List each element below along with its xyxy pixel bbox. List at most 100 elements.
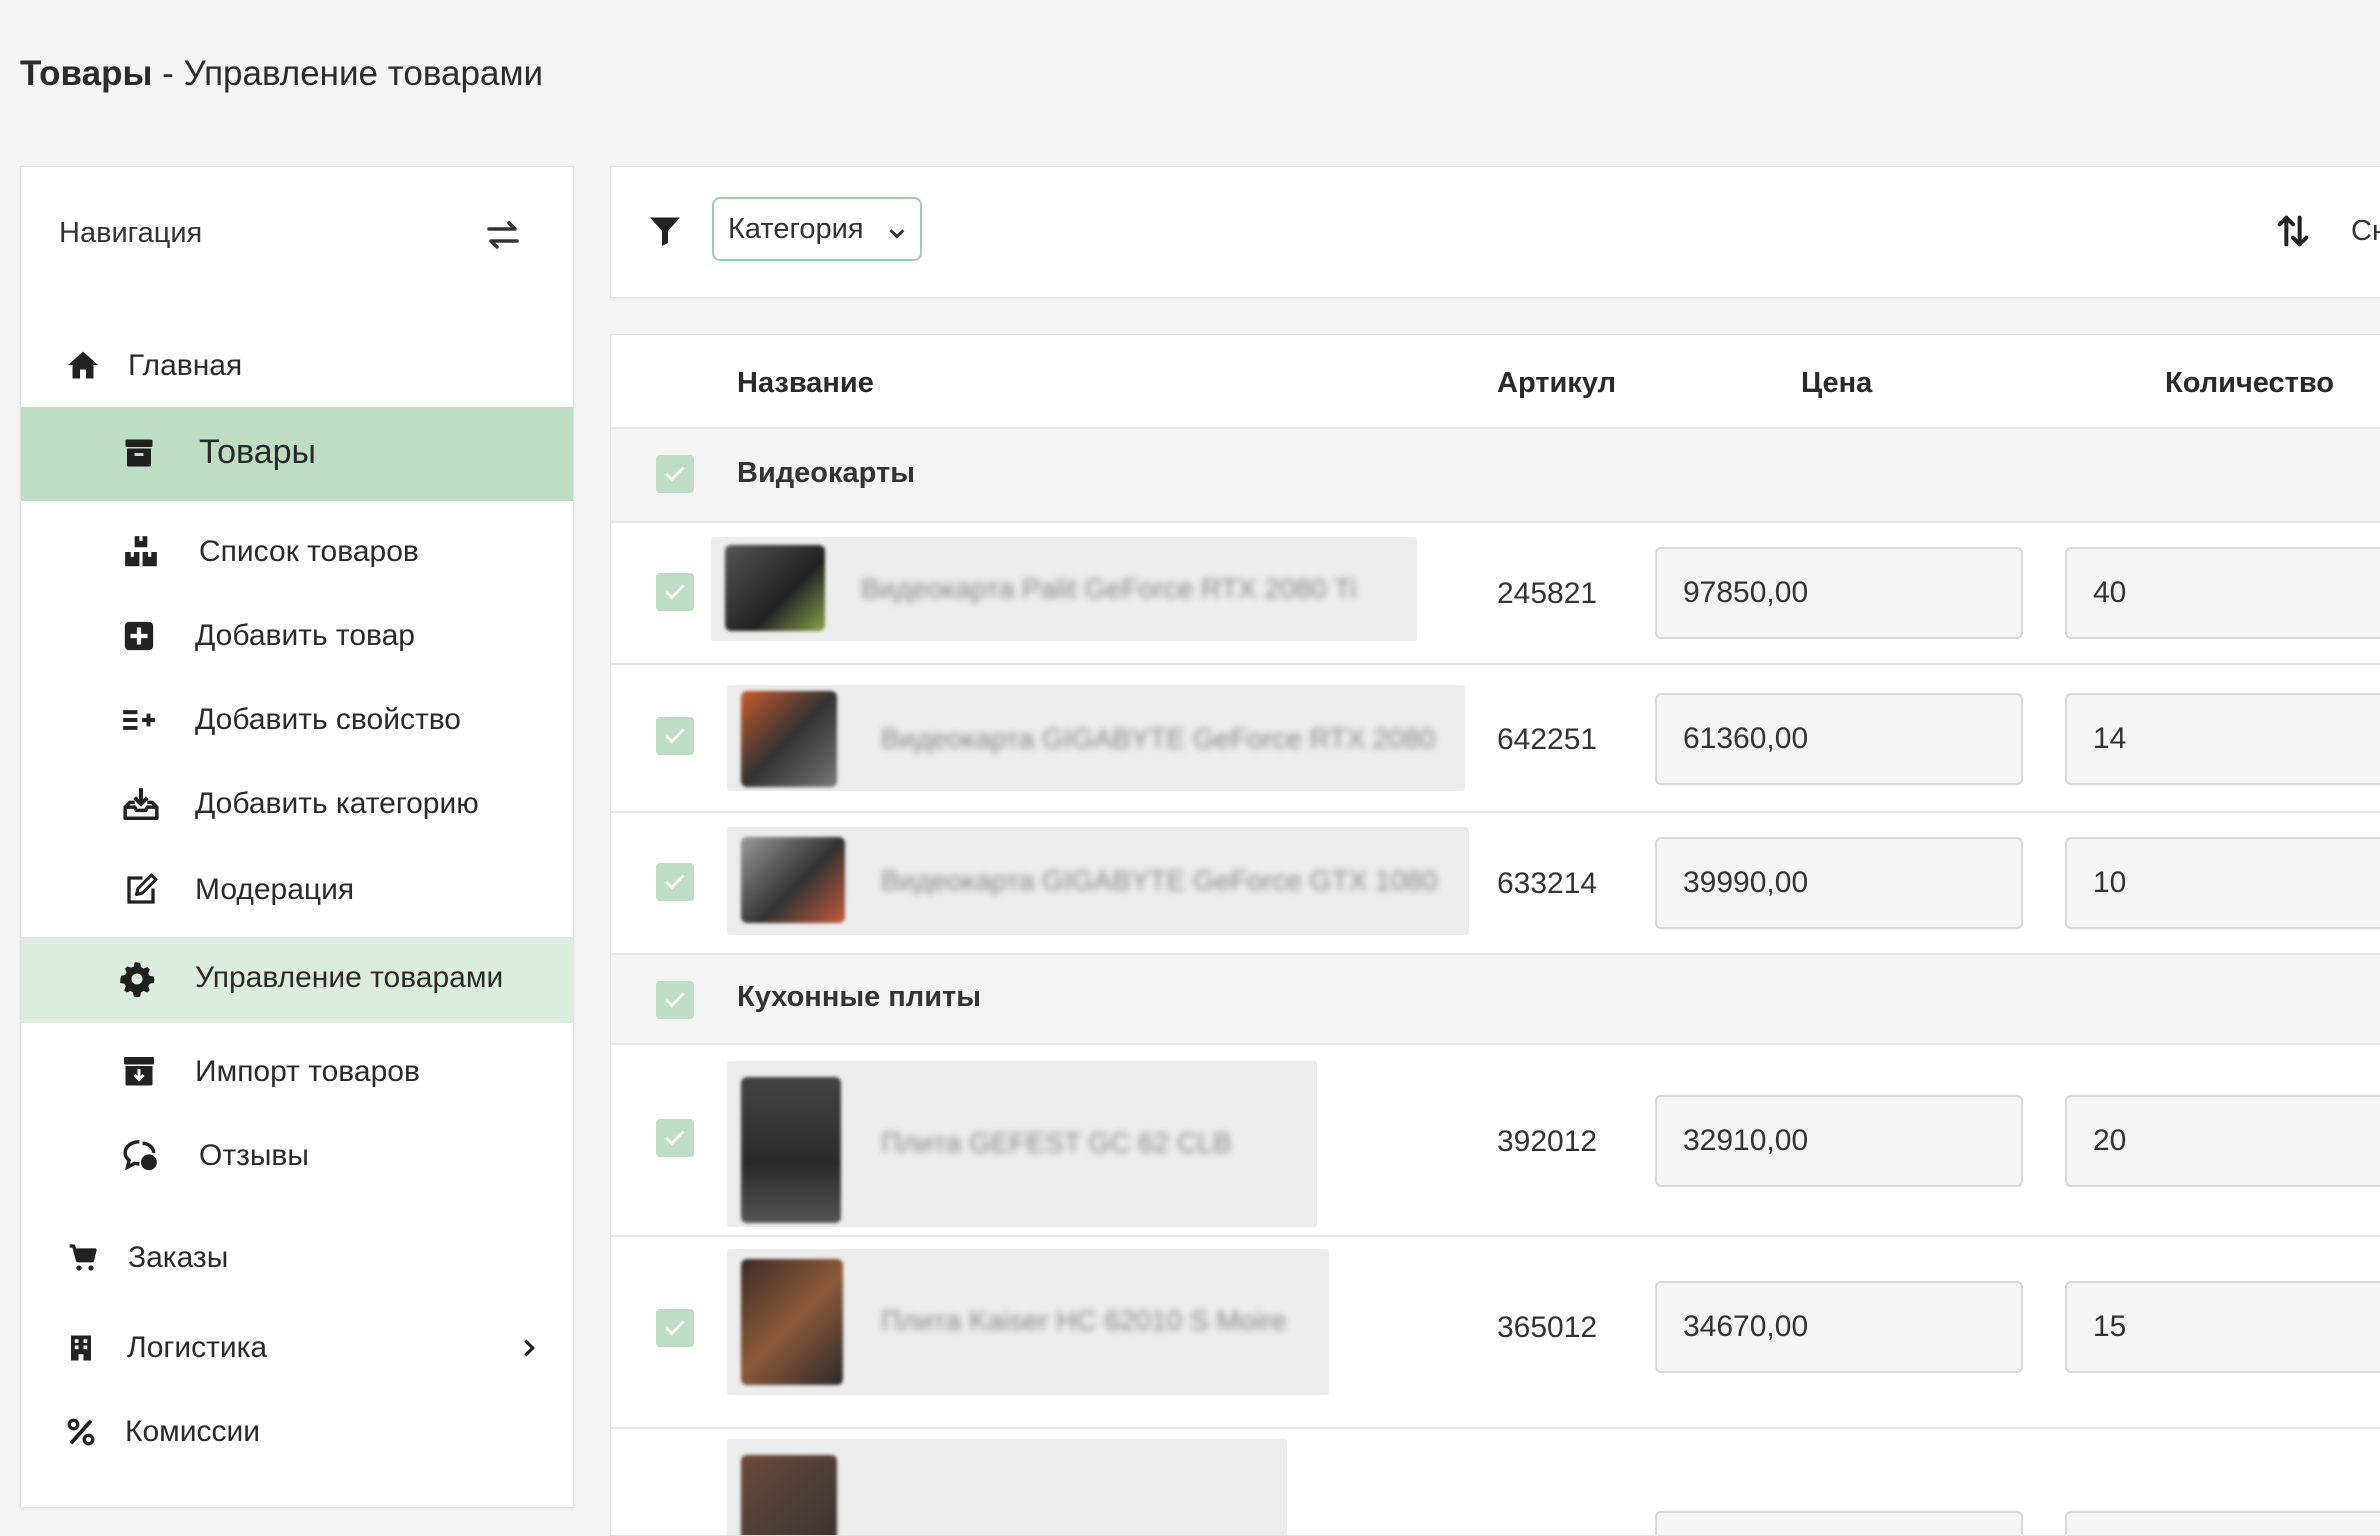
product-cell[interactable]: Плита Kaiser HC 62010 S Moire [727,1249,1329,1395]
sku-value: 392012 [1497,1125,1598,1158]
sort-label[interactable]: Сн [2351,215,2380,248]
sidebar-item-label: Товары [199,433,316,471]
sidebar-item-label: Импорт товаров [195,1055,420,1088]
sidebar-item-logistics[interactable]: Логистика [21,1313,573,1383]
column-header-name[interactable]: Название [737,367,874,400]
quantity-input[interactable] [2065,1511,2380,1535]
sidebar-item-home[interactable]: Главная [21,337,573,393]
quantity-input[interactable]: 15 [2065,1281,2380,1373]
price-input[interactable]: 39990,00 [1655,837,2023,929]
group-checkbox[interactable] [656,455,694,493]
cart-icon [63,1238,103,1278]
table-row: Плита Kaiser HC 62010 S Moire 365012 346… [611,1237,2380,1417]
product-thumbnail [725,545,825,631]
plus-square-icon [119,616,159,656]
sidebar-item-product-management[interactable]: Управление товарами [21,937,573,1023]
sidebar-item-label: Добавить свойство [195,703,461,736]
row-checkbox[interactable] [656,1309,694,1347]
sidebar-item-products[interactable]: Товары [21,407,573,501]
product-thumbnail [741,691,837,787]
page-title-subsection: - Управление товарами [152,54,544,93]
edit-icon [121,870,161,910]
chevron-down-icon [886,219,908,241]
group-label: Кухонные плиты [737,981,982,1013]
table-row: Видеокарта GIGABYTE GeForce GTX 1080 633… [611,813,2380,953]
inbox-import-icon [119,1052,159,1092]
price-input[interactable]: 32910,00 [1655,1095,2023,1187]
product-name: Плита Kaiser HC 62010 S Moire [881,1305,1287,1336]
filter-icon[interactable] [647,213,683,249]
swap-arrows-icon[interactable] [483,217,523,253]
product-thumbnail [741,1455,837,1535]
column-header-price[interactable]: Цена [1801,367,1872,400]
sidebar-item-label: Модерация [195,873,355,906]
sidebar-item-label: Добавить категорию [195,787,479,820]
sidebar-item-label: Управление товарами [195,961,504,994]
row-checkbox[interactable] [656,1119,694,1157]
table-row: Плита GEFEST GC 62 CLB 392012 32910,00 2… [611,1045,2380,1235]
row-checkbox[interactable] [656,717,694,755]
product-thumbnail [741,837,845,923]
sidebar-item-orders[interactable]: Заказы [21,1223,573,1293]
product-name: Видеокарта Palit GeForce RTX 2080 Ti [861,573,1357,604]
product-cell[interactable]: Видеокарта GIGABYTE GeForce GTX 1080 [727,827,1469,935]
gear-icon [117,959,157,999]
comment-icon [121,1136,161,1176]
group-checkbox[interactable] [656,981,694,1019]
sidebar-item-label: Заказы [128,1241,229,1274]
sidebar-item-label: Комиссии [125,1415,261,1448]
sidebar-item-import[interactable]: Импорт товаров [21,1037,573,1107]
sidebar-item-moderation[interactable]: Модерация [21,855,573,925]
product-name: Видеокарта GIGABYTE GeForce GTX 1080 [881,865,1438,896]
sidebar-item-add-category[interactable]: Добавить категорию [21,769,573,839]
sidebar-item-add-product[interactable]: Добавить товар [21,601,573,671]
table-row-partial [611,1429,2380,1535]
price-input[interactable] [1655,1511,2023,1535]
sku-value: 633214 [1497,867,1598,900]
sidebar-header: Навигация [59,217,203,249]
sku-value: 365012 [1497,1311,1598,1344]
category-select-value: Категория [728,212,864,245]
table-row: Видеокарта GIGABYTE GeForce RTX 2080 642… [611,665,2380,811]
percent-icon [61,1412,101,1452]
sort-icon[interactable] [2273,211,2313,251]
group-row: Видеокарты [611,429,2380,521]
quantity-input[interactable]: 20 [2065,1095,2380,1187]
filter-toolbar: Категория Сн [610,166,2380,298]
chevron-right-icon [509,1328,549,1368]
sidebar-item-add-property[interactable]: Добавить свойство [21,685,573,755]
product-thumbnail [741,1077,841,1223]
row-checkbox[interactable] [656,573,694,611]
product-cell[interactable]: Видеокарта Palit GeForce RTX 2080 Ti [711,537,1417,641]
product-cell[interactable]: Видеокарта GIGABYTE GeForce RTX 2080 [727,685,1465,791]
column-header-sku[interactable]: Артикул [1497,367,1616,400]
quantity-input[interactable]: 40 [2065,547,2380,639]
quantity-input[interactable]: 10 [2065,837,2380,929]
products-table: Название Артикул Цена Количество Видеока… [610,334,2380,1536]
tray-download-icon [121,784,161,824]
group-label: Видеокарты [737,457,915,489]
category-select[interactable]: Категория [712,197,922,261]
sidebar-item-label: Логистика [127,1331,268,1364]
boxes-icon [121,532,161,572]
product-thumbnail [741,1259,843,1385]
row-checkbox[interactable] [656,863,694,901]
price-input[interactable]: 61360,00 [1655,693,2023,785]
price-input[interactable]: 97850,00 [1655,547,2023,639]
price-input[interactable]: 34670,00 [1655,1281,2023,1373]
column-header-qty[interactable]: Количество [2165,367,2334,400]
sidebar-item-label: Список товаров [199,535,419,568]
quantity-input[interactable]: 14 [2065,693,2380,785]
sidebar-item-product-list[interactable]: Список товаров [21,517,573,587]
sidebar-item-label: Добавить товар [195,619,415,652]
product-name: Плита GEFEST GC 62 CLB [881,1127,1232,1158]
sidebar-item-commissions[interactable]: Комиссии [21,1397,573,1467]
group-row: Кухонные плиты [611,955,2380,1043]
product-cell[interactable]: Плита GEFEST GC 62 CLB [727,1061,1317,1227]
archive-box-icon [119,433,159,473]
sku-value: 642251 [1497,723,1598,756]
sku-value: 245821 [1497,577,1598,610]
sidebar-item-reviews[interactable]: Отзывы [21,1121,573,1191]
sidebar-item-label: Отзывы [199,1139,309,1172]
page-title: Товары - Управление товарами [20,54,543,94]
